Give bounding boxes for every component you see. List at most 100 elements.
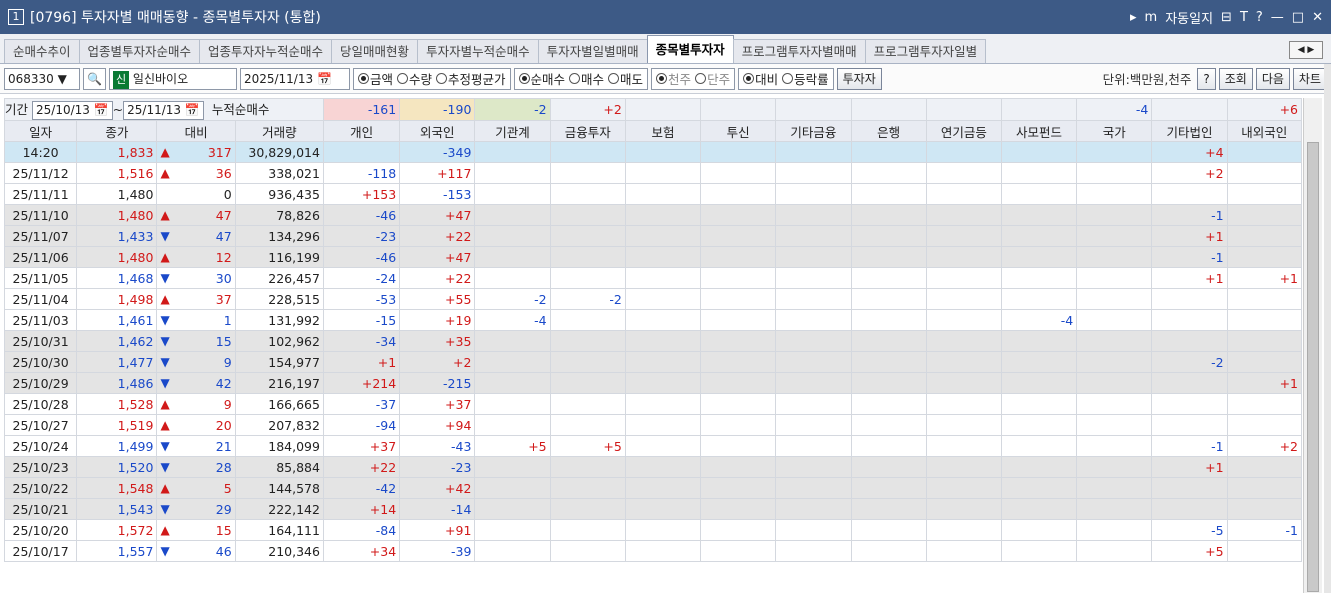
scroll-thumb[interactable] xyxy=(1307,142,1319,592)
tab-6[interactable]: 종목별투자자 xyxy=(646,35,734,63)
table-row[interactable]: 25/10/201,57215164,111-84+91 -5-1 xyxy=(3,519,1303,541)
column-header[interactable]: 사모펀드 xyxy=(1000,120,1078,142)
minimize-icon[interactable]: — xyxy=(1271,10,1284,25)
help-icon[interactable]: ? xyxy=(1256,10,1263,25)
table-row[interactable]: 25/11/061,48012116,199-46+47 -1 xyxy=(3,246,1303,268)
column-header[interactable]: 금융투자 xyxy=(549,120,626,142)
close-icon[interactable]: ✕ xyxy=(1312,10,1323,25)
table-row[interactable]: 14:201,83331730,829,014 -349 +4 xyxy=(3,141,1303,163)
table-row[interactable]: 25/10/291,48642216,197+214-215 +1 xyxy=(3,372,1303,394)
table-row[interactable]: 25/10/171,55746210,346+34-39 +5 xyxy=(3,540,1303,562)
column-header[interactable]: 내외국인 xyxy=(1226,120,1303,142)
column-header[interactable]: 거래량 xyxy=(234,120,324,142)
from-date-input[interactable]: 25/10/13 📅 xyxy=(32,101,113,120)
stock-name-field[interactable]: 신 일신바이오 xyxy=(108,67,237,90)
radio-buy[interactable]: 매수 xyxy=(569,69,604,88)
tab-4[interactable]: 투자자별누적순매수 xyxy=(417,39,539,63)
radio-thousand-shares[interactable]: 천주 xyxy=(656,69,691,88)
investor-cell xyxy=(1000,162,1078,184)
column-header[interactable]: 개인 xyxy=(322,120,401,142)
change-cell: 21 xyxy=(156,435,236,457)
column-header[interactable]: 투신 xyxy=(700,120,777,142)
table-row[interactable]: 25/10/311,46215102,962-34+35 xyxy=(3,330,1303,352)
table-row[interactable]: 25/10/281,5289166,665-37+37 xyxy=(3,393,1303,415)
tab-0[interactable]: 순매수추이 xyxy=(4,39,80,63)
m-icon[interactable]: m xyxy=(1145,10,1158,25)
column-header[interactable]: 기타법인 xyxy=(1151,120,1228,142)
column-header[interactable]: 기타금융 xyxy=(775,120,852,142)
volume-cell: 222,142 xyxy=(234,498,324,520)
investor-cell xyxy=(850,288,927,310)
date-cell: 25/11/07 xyxy=(3,225,78,247)
radio-avg-price[interactable]: 추정평균가 xyxy=(435,69,506,88)
column-header[interactable]: 종가 xyxy=(76,120,158,142)
price-cell: 1,477 xyxy=(76,351,158,373)
radio-single-shares[interactable]: 단주 xyxy=(695,69,730,88)
table-row[interactable]: 25/10/241,49921184,099+37-43+5+5-1+2 xyxy=(3,435,1303,457)
investor-cell xyxy=(624,456,702,478)
next-button[interactable]: 다음 xyxy=(1255,67,1290,90)
radio-label: 매도 xyxy=(620,72,644,87)
column-header[interactable]: 대비 xyxy=(156,120,236,142)
radio-change-rate[interactable]: 등락률 xyxy=(782,69,829,88)
investor-cell xyxy=(1076,225,1153,247)
search-icon[interactable]: 🔍 xyxy=(83,67,106,90)
column-header[interactable]: 연기금등 xyxy=(925,120,1002,142)
summary-cell: -190 xyxy=(399,98,476,121)
vertical-scrollbar[interactable] xyxy=(1303,98,1322,593)
table-row[interactable]: 25/11/071,43347134,296-23+22 +1 xyxy=(3,225,1303,247)
table-row[interactable]: 25/11/11 1,480 0 936,435 +153 -153 xyxy=(3,183,1303,205)
change-cell: 47 xyxy=(156,204,236,226)
investor-cell xyxy=(700,288,777,310)
to-date-input[interactable]: 25/11/13 📅 xyxy=(123,101,204,120)
radio-dot-icon xyxy=(782,73,794,84)
column-header[interactable]: 일자 xyxy=(3,120,78,142)
investor-cell xyxy=(850,393,927,415)
date-cell: 25/11/11 xyxy=(3,183,78,205)
investor-button[interactable]: 투자자 xyxy=(836,67,882,90)
table-body: 14:201,83331730,829,014-349+425/11/121,5… xyxy=(3,141,1303,562)
chart-button[interactable]: 차트 xyxy=(1292,67,1327,90)
table-row[interactable]: 25/11/031,4611131,992-15+19-4-4 xyxy=(3,309,1303,331)
tab-7[interactable]: 프로그램투자자별매매 xyxy=(732,39,866,63)
auto-journal-button[interactable]: 자동일지 xyxy=(1165,8,1213,27)
column-header[interactable]: 국가 xyxy=(1076,120,1153,142)
radio-amount[interactable]: 금액 xyxy=(357,69,393,88)
table-row[interactable]: 25/10/301,4779154,977+1+2 -2 xyxy=(3,351,1303,373)
table-row[interactable]: 25/10/271,51920207,832-94+94 xyxy=(3,414,1303,436)
column-header[interactable]: 은행 xyxy=(850,120,927,142)
tab-1[interactable]: 업종별투자자순매수 xyxy=(78,39,201,63)
arrow-icon[interactable]: ▸ xyxy=(1130,10,1137,25)
date-input[interactable]: 2025/11/13 📅 xyxy=(239,67,350,90)
price-cell: 1,462 xyxy=(76,330,158,352)
table-row[interactable]: 25/11/121,51636338,021-118+117 +2 xyxy=(3,162,1303,184)
pin-icon[interactable]: ⊟ xyxy=(1221,10,1232,25)
stock-code-input[interactable]: 068330 ▼ xyxy=(4,67,80,90)
table-row[interactable]: 25/10/231,5202885,884+22-23 +1 xyxy=(3,456,1303,478)
tab-5[interactable]: 투자자별일별매매 xyxy=(537,39,648,63)
change-cell: 9 xyxy=(156,351,236,373)
radio-label: 단주 xyxy=(707,72,731,87)
radio-change[interactable]: 대비 xyxy=(743,69,778,88)
table-row[interactable]: 25/11/051,46830226,457-24+22 +1+1 xyxy=(3,267,1303,289)
radio-net-buy[interactable]: 순매수 xyxy=(518,69,565,88)
tab-8[interactable]: 프로그램투자자일별 xyxy=(864,39,987,63)
tab-3[interactable]: 당일매매현황 xyxy=(331,39,419,63)
table-row[interactable]: 25/11/101,4804778,826-46+47 -1 xyxy=(3,204,1303,226)
query-button[interactable]: 조회 xyxy=(1218,67,1253,90)
maximize-icon[interactable]: □ xyxy=(1292,10,1304,25)
tab-scroll-icon[interactable]: ◀ ▶ xyxy=(1289,41,1323,59)
tab-2[interactable]: 업종투자자누적순매수 xyxy=(199,39,333,63)
column-header[interactable]: 보험 xyxy=(624,120,702,142)
column-header[interactable]: 기관계 xyxy=(474,120,551,142)
radio-quantity[interactable]: 수량 xyxy=(396,69,432,88)
help-button[interactable]: ? xyxy=(1197,67,1216,90)
table-row[interactable]: 25/11/041,49837228,515-53+55-2-2 xyxy=(3,288,1303,310)
investor-cell xyxy=(1000,267,1078,289)
radio-sell[interactable]: 매도 xyxy=(608,69,643,88)
table-row[interactable]: 25/10/221,5485144,578-42+42 xyxy=(3,477,1303,499)
column-header[interactable]: 외국인 xyxy=(399,120,476,142)
t-icon[interactable]: T xyxy=(1240,10,1248,25)
table-row[interactable]: 25/10/211,54329222,142+14-14 xyxy=(3,498,1303,520)
investor-cell xyxy=(850,540,927,562)
